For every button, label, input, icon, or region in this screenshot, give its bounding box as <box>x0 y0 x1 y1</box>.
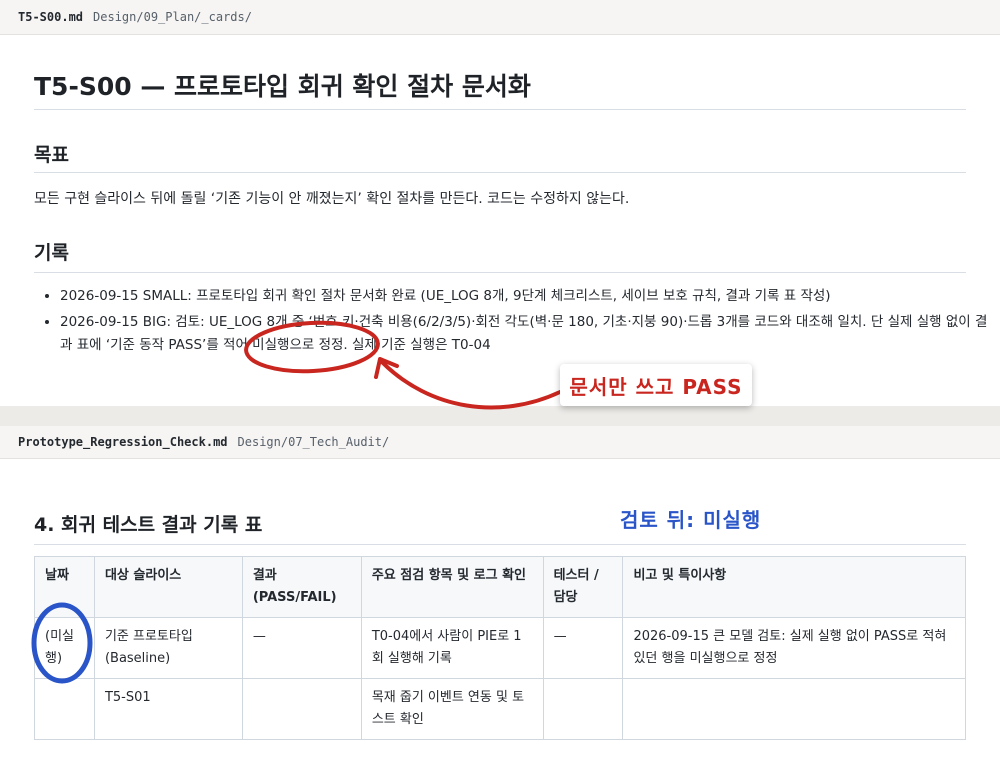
list-item: 2026-09-15 BIG: 검토: UE_LOG 8개 중 ‘번호 키·건축… <box>60 311 990 357</box>
results-table: 날짜 대상 슬라이스 결과 (PASS/FAIL) 주요 점검 항목 및 로그 … <box>34 556 966 740</box>
page-title: T5-S00 — 프로토타입 회귀 확인 절차 문서화 <box>34 72 531 101</box>
table-cell: 기준 프로토타입 (Baseline) <box>93 617 243 679</box>
file-name[interactable]: Prototype_Regression_Check.md <box>18 435 228 449</box>
log-list: 2026-09-15 SMALL: 프로토타입 회귀 확인 절차 문서화 완료 … <box>34 285 990 360</box>
log-heading: 기록 <box>34 242 69 264</box>
document-card: T5-S00 — 프로토타입 회귀 확인 절차 문서화 목표 모든 구현 슬라이… <box>0 34 1000 406</box>
file-path: Design/07_Tech_Audit/ <box>237 435 390 449</box>
table-cell <box>622 678 966 740</box>
table-row: (미실행) 기준 프로토타입 (Baseline) — T0-04에서 사람이 … <box>34 617 966 679</box>
divider <box>34 544 966 545</box>
table-cell: — <box>542 617 624 679</box>
table-cell: 2026-09-15 큰 모델 검토: 실제 실행 없이 PASS로 적혀 있던… <box>622 617 966 679</box>
column-header: 날짜 <box>34 556 95 618</box>
divider <box>34 272 966 273</box>
table-cell <box>241 678 362 740</box>
table-cell: 목재 줍기 이벤트 연동 및 토스트 확인 <box>360 678 544 740</box>
table-cell <box>34 678 95 740</box>
goal-text: 모든 구현 슬라이스 뒤에 돌릴 ‘기존 기능이 안 깨졌는지’ 확인 절차를 … <box>34 191 630 207</box>
table-cell: T5-S01 <box>93 678 243 740</box>
column-header: 비고 및 특이사항 <box>622 556 966 618</box>
file-path: Design/09_Plan/_cards/ <box>93 10 252 24</box>
table-header-row: 날짜 대상 슬라이스 결과 (PASS/FAIL) 주요 점검 항목 및 로그 … <box>34 556 966 618</box>
column-header: 대상 슬라이스 <box>93 556 243 618</box>
column-header: 테스터 / 담당 <box>542 556 624 618</box>
list-item: 2026-09-15 SMALL: 프로토타입 회귀 확인 절차 문서화 완료 … <box>60 285 990 308</box>
table-cell: — <box>241 617 362 679</box>
divider <box>34 109 966 110</box>
document-card: 4. 회귀 테스트 결과 기록 표 날짜 대상 슬라이스 결과 (PASS/FA… <box>0 458 1000 777</box>
table-cell: (미실행) <box>34 617 95 679</box>
goal-heading: 목표 <box>34 144 69 166</box>
section-separator <box>0 406 1000 426</box>
red-callout-note: 문서만 쓰고 PASS <box>560 364 752 406</box>
file-tab-bar: Prototype_Regression_Check.md Design/07_… <box>0 426 1000 459</box>
column-header: 주요 점검 항목 및 로그 확인 <box>360 556 544 618</box>
file-tab-bar: T5-S00.md Design/09_Plan/_cards/ <box>0 0 1000 35</box>
table-cell: T0-04에서 사람이 PIE로 1회 실행해 기록 <box>360 617 544 679</box>
divider <box>34 172 966 173</box>
table-row: T5-S01 목재 줍기 이벤트 연동 및 토스트 확인 <box>34 678 966 740</box>
table-cell <box>542 678 624 740</box>
file-name[interactable]: T5-S00.md <box>18 10 83 24</box>
column-header: 결과 (PASS/FAIL) <box>241 556 362 618</box>
blue-handwritten-note: 검토 뒤: 미실행 <box>620 508 762 532</box>
section-title: 4. 회귀 테스트 결과 기록 표 <box>34 514 263 536</box>
